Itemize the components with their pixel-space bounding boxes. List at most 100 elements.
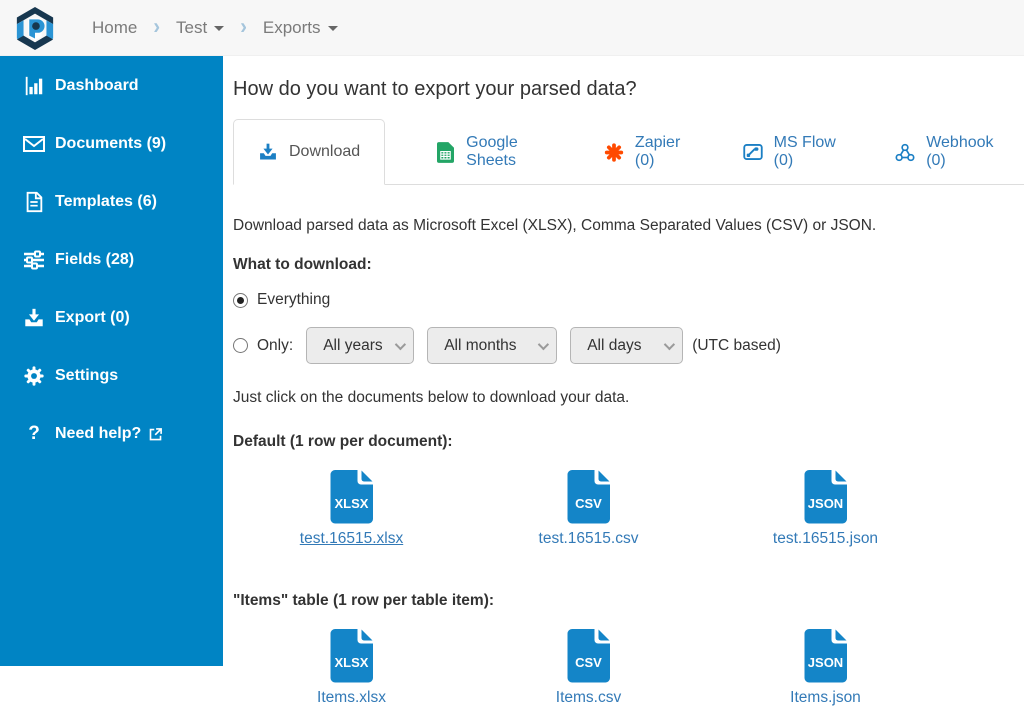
tab-label: Google Sheets [466, 134, 548, 170]
chevron-down-icon [664, 338, 675, 349]
breadcrumb-separator-icon: › [240, 15, 247, 40]
file-cell-json: JSON test.16515.json [707, 468, 944, 548]
sidebar-nav: Dashboard Documents (9) Templates (6) Fi… [0, 56, 223, 463]
tab-label: MS Flow (0) [774, 134, 840, 170]
sidebar-item-dashboard[interactable]: Dashboard [0, 57, 223, 115]
tab-webhook[interactable]: Webhook (0) [867, 119, 1024, 185]
topbar: Home › Test › Exports [0, 0, 1024, 56]
file-type-badge: JSON [801, 655, 851, 670]
days-select-value: All days [587, 337, 641, 355]
intro-text: Download parsed data as Microsoft Excel … [233, 217, 1024, 235]
file-type-badge: XLSX [327, 496, 377, 511]
tab-download[interactable]: Download [233, 119, 385, 185]
tab-label: Zapier (0) [635, 134, 687, 170]
file-download-link[interactable]: test.16515.csv [539, 530, 639, 548]
sidebar-item-label: Fields (28) [55, 251, 134, 269]
external-link-icon [148, 427, 163, 442]
file-text-icon [22, 190, 46, 214]
breadcrumb-exports[interactable]: Exports [263, 18, 338, 38]
question-icon: ? [22, 422, 46, 446]
file-type-badge: JSON [801, 496, 851, 511]
utc-note: (UTC based) [692, 337, 781, 355]
months-select[interactable]: All months [427, 327, 557, 364]
section-heading: Default (1 row per document): [233, 433, 1024, 451]
download-icon [22, 306, 46, 330]
xlsx-file-icon[interactable]: XLSX [327, 627, 377, 683]
only-radio[interactable] [233, 338, 248, 353]
file-download-link[interactable]: Items.xlsx [317, 689, 386, 707]
app-logo[interactable] [0, 5, 70, 51]
webhook-icon [895, 142, 915, 162]
breadcrumb-separator-icon: › [153, 15, 160, 40]
envelope-icon [22, 132, 46, 156]
file-download-link[interactable]: test.16515.xlsx [300, 530, 403, 548]
file-type-badge: XLSX [327, 655, 377, 670]
sliders-icon [22, 248, 46, 272]
section-heading: "Items" table (1 row per table item): [233, 592, 1024, 610]
files-row: XLSX Items.xlsx CSV Items.csv JSON [233, 627, 944, 707]
export-tabs: Download Google Sheets Zap [233, 119, 1024, 185]
only-radio-label[interactable]: Only: [257, 337, 293, 355]
years-select-value: All years [323, 337, 382, 355]
json-file-icon[interactable]: JSON [801, 627, 851, 683]
breadcrumb: Home › Test › Exports [92, 16, 338, 39]
file-download-link[interactable]: Items.json [790, 689, 861, 707]
file-download-link[interactable]: Items.csv [556, 689, 621, 707]
csv-file-icon[interactable]: CSV [564, 468, 614, 524]
file-type-badge: CSV [564, 655, 614, 670]
radio-row-everything: Everything [233, 291, 1024, 309]
what-to-download-label: What to download: [233, 256, 1024, 274]
sidebar-item-fields[interactable]: Fields (28) [0, 231, 223, 289]
months-select-value: All months [444, 337, 516, 355]
file-type-badge: CSV [564, 496, 614, 511]
google-sheets-icon [435, 142, 455, 162]
tab-label: Webhook (0) [926, 134, 996, 170]
sidebar: Dashboard Documents (9) Templates (6) Fi… [0, 56, 223, 666]
xlsx-file-icon[interactable]: XLSX [327, 468, 377, 524]
sidebar-item-settings[interactable]: Settings [0, 347, 223, 405]
sidebar-item-label: Export (0) [55, 309, 130, 327]
breadcrumb-home[interactable]: Home [92, 18, 137, 38]
file-cell-json: JSON Items.json [707, 627, 944, 707]
csv-file-icon[interactable]: CSV [564, 627, 614, 683]
everything-radio[interactable] [233, 293, 248, 308]
file-cell-xlsx: XLSX Items.xlsx [233, 627, 470, 707]
docparser-logo-icon [14, 5, 56, 51]
sidebar-item-label: Documents (9) [55, 135, 166, 153]
file-cell-csv: CSV Items.csv [470, 627, 707, 707]
file-cell-csv: CSV test.16515.csv [470, 468, 707, 548]
years-select[interactable]: All years [306, 327, 414, 364]
download-icon [258, 142, 278, 162]
ms-flow-icon [743, 142, 763, 162]
main-content: How do you want to export your parsed da… [223, 56, 1024, 666]
radio-row-only: Only: All years All months All days (UTC… [233, 327, 1024, 364]
bar-chart-icon [22, 74, 46, 98]
everything-radio-label[interactable]: Everything [257, 291, 330, 309]
json-file-icon[interactable]: JSON [801, 468, 851, 524]
breadcrumb-exports-label: Exports [263, 18, 321, 38]
sidebar-item-label: Templates (6) [55, 193, 157, 211]
zapier-icon [604, 142, 624, 162]
tab-ms-flow[interactable]: MS Flow (0) [715, 119, 868, 185]
download-tab-content: Download parsed data as Microsoft Excel … [233, 185, 1024, 707]
file-cell-xlsx: XLSX test.16515.xlsx [233, 468, 470, 548]
click-hint-text: Just click on the documents below to dow… [233, 389, 1024, 407]
breadcrumb-test[interactable]: Test [176, 18, 224, 38]
tab-label: Download [289, 143, 360, 161]
sidebar-item-templates[interactable]: Templates (6) [0, 173, 223, 231]
files-row: XLSX test.16515.xlsx CSV test.16515.csv … [233, 468, 944, 548]
page-title: How do you want to export your parsed da… [233, 78, 1024, 101]
sidebar-item-documents[interactable]: Documents (9) [0, 115, 223, 173]
items-files-section: "Items" table (1 row per table item): XL… [233, 592, 1024, 707]
sidebar-item-label: Need help? [55, 425, 141, 443]
file-download-link[interactable]: test.16515.json [773, 530, 878, 548]
sidebar-item-need-help[interactable]: ? Need help? [0, 405, 223, 463]
days-select[interactable]: All days [570, 327, 683, 364]
chevron-down-icon [395, 338, 406, 349]
breadcrumb-test-label: Test [176, 18, 207, 38]
sidebar-item-label: Settings [55, 367, 118, 385]
sidebar-item-export[interactable]: Export (0) [0, 289, 223, 347]
tab-zapier[interactable]: Zapier (0) [576, 119, 715, 185]
tab-google-sheets[interactable]: Google Sheets [407, 119, 576, 185]
sidebar-item-label: Dashboard [55, 77, 139, 95]
